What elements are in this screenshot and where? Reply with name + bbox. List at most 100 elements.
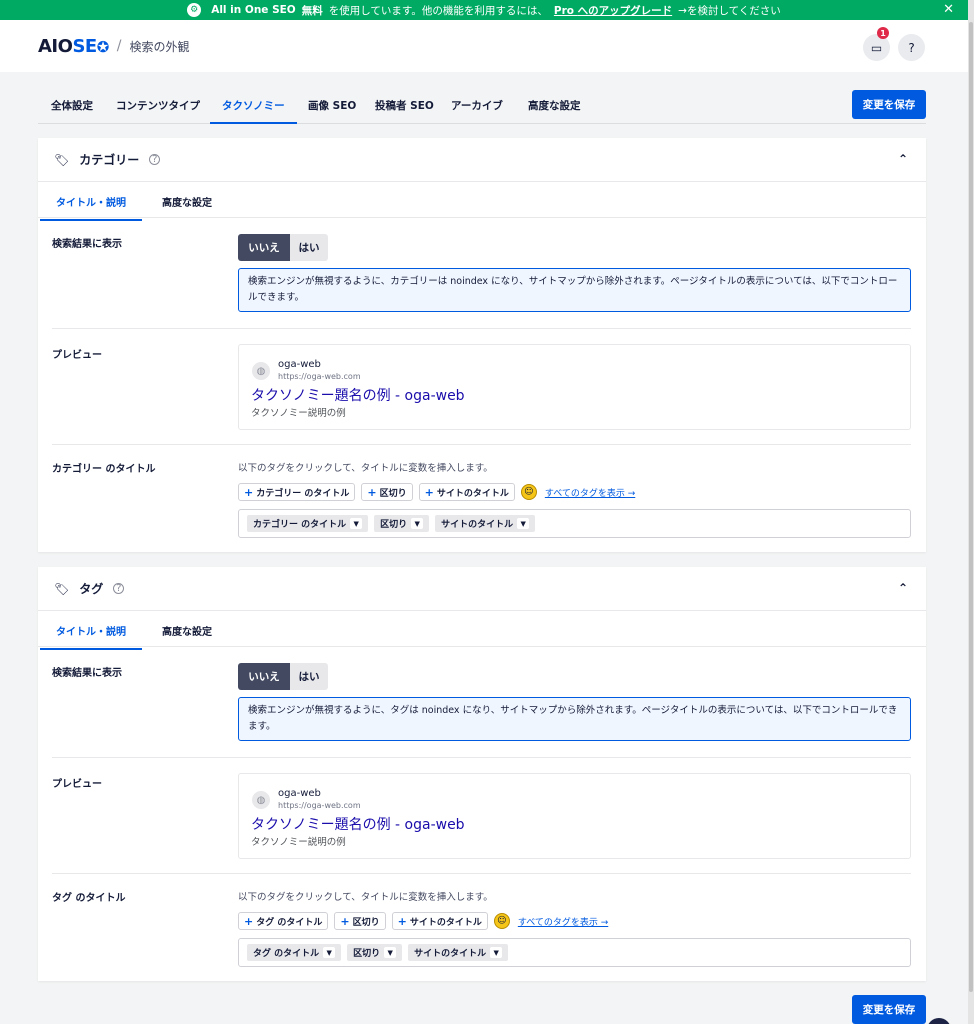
tab-taxonomies[interactable]: タクソノミー: [210, 98, 297, 124]
subtab-advanced[interactable]: 高度な設定: [162, 194, 212, 209]
preview-description: タクソノミー説明の例: [251, 408, 346, 419]
chip-separator[interactable]: + 区切り: [334, 912, 386, 930]
help-button[interactable]: ?: [898, 34, 925, 61]
preview-label: プレビュー: [52, 779, 102, 790]
help-icon: ?: [908, 40, 915, 55]
page-scrollbar[interactable]: [968, 0, 974, 1024]
title-format-label: カテゴリー のタイトル: [52, 464, 156, 475]
title-tag-editor[interactable]: カテゴリー のタイトル ▼ 区切り ▼ サイトのタイトル ▼: [238, 509, 911, 538]
tag-site-title[interactable]: サイトのタイトル ▼: [408, 944, 509, 961]
emoji-icon[interactable]: ☺: [520, 484, 537, 500]
category-subtabs: タイトル・説明 高度な設定: [38, 182, 926, 221]
chip-site-title[interactable]: + サイトのタイトル: [418, 483, 515, 501]
toggle-no[interactable]: いいえ: [238, 663, 290, 690]
preview-url: https://oga-web.com: [278, 372, 361, 381]
tag-site-title[interactable]: サイトのタイトル ▼: [435, 515, 536, 532]
toggle-yes[interactable]: はい: [290, 663, 328, 690]
title-hint: 以下のタグをクリックして、タイトルに変数を挿入します。: [238, 892, 493, 903]
subtab-title-description[interactable]: タイトル・説明: [40, 623, 142, 650]
chip-tag-title[interactable]: + タグ のタイトル: [238, 912, 329, 930]
tab-image-seo[interactable]: 画像 SEO: [308, 98, 356, 122]
plus-icon: +: [244, 485, 254, 499]
tab-author-seo[interactable]: 投稿者 SEO: [375, 98, 434, 122]
tab-content-types[interactable]: コンテンツタイプ: [116, 98, 200, 122]
tag-tag-title[interactable]: タグ のタイトル ▼: [247, 944, 342, 961]
preview-url: https://oga-web.com: [278, 801, 361, 810]
tab-general[interactable]: 全体設定: [51, 98, 93, 122]
plus-icon: +: [244, 914, 254, 928]
serp-preview: ◍ oga-web https://oga-web.com タクソノミー題名の例…: [238, 773, 911, 859]
plus-icon: +: [340, 914, 350, 928]
toggle-yes[interactable]: はい: [290, 234, 328, 261]
globe-icon: ◍: [252, 362, 270, 380]
inbox-icon: ▭: [870, 40, 883, 55]
show-in-search-toggle[interactable]: いいえ はい: [238, 663, 328, 690]
show-in-search-toggle[interactable]: いいえ はい: [238, 234, 328, 261]
tab-archives[interactable]: アーカイブ: [451, 98, 503, 122]
tag-separator[interactable]: 区切り ▼: [374, 515, 430, 532]
plus-icon: +: [367, 485, 377, 499]
chip-site-title[interactable]: + サイトのタイトル: [391, 912, 488, 930]
notification-badge: 1: [877, 27, 889, 39]
chevron-down-icon: ▼: [490, 947, 503, 958]
show-all-tags-link[interactable]: すべてのタグを表示 →: [545, 486, 635, 499]
save-button-top[interactable]: 変更を保存: [852, 90, 926, 119]
plus-icon: +: [397, 914, 407, 928]
divider: [52, 328, 911, 329]
show-all-tags-link[interactable]: すべてのタグを表示 →: [518, 915, 608, 928]
toggle-no[interactable]: いいえ: [238, 234, 290, 261]
show-in-search-label: 検索結果に表示: [52, 239, 122, 250]
aioseo-logo-icon: ⚙: [187, 3, 202, 17]
subtab-advanced[interactable]: 高度な設定: [162, 623, 212, 638]
gear-icon: ✪: [96, 37, 110, 56]
notice-brand: All in One SEO: [211, 4, 296, 16]
chip-separator[interactable]: + 区切り: [361, 483, 413, 501]
scrollbar-thumb[interactable]: [969, 22, 973, 992]
divider: [52, 757, 911, 758]
globe-icon: ◍: [252, 791, 270, 809]
noindex-info: 検索エンジンが無視するように、タグは noindex になり、サイトマップから除…: [238, 697, 911, 741]
notifications-button[interactable]: ▭ 1: [863, 27, 890, 61]
tag-title: タグ: [79, 582, 104, 596]
title-hint: 以下のタグをクリックして、タイトルに変数を挿入します。: [238, 463, 493, 474]
tag-subtabs: タイトル・説明 高度な設定: [38, 611, 926, 650]
preview-title: タクソノミー題名の例 - oga-web: [251, 817, 465, 833]
tag-card-header[interactable]: 🏷 タグ ? ⌃: [38, 567, 926, 611]
tag-separator[interactable]: 区切り ▼: [347, 944, 403, 961]
tag-icon: 🏷: [54, 581, 70, 596]
preview-title: タクソノミー題名の例 - oga-web: [251, 388, 465, 404]
emoji-icon[interactable]: ☺: [493, 913, 510, 929]
tag-icon: 🏷: [54, 152, 70, 167]
aioseo-logo[interactable]: AIOSE✪: [38, 36, 109, 57]
divider: [52, 873, 911, 874]
notice-text-end: →を検討してください: [678, 4, 781, 17]
preview-label: プレビュー: [52, 350, 102, 361]
help-icon[interactable]: ?: [149, 154, 161, 165]
chevron-down-icon: ▼: [411, 518, 424, 529]
preview-site: oga-web: [278, 359, 321, 370]
save-button-bottom[interactable]: 変更を保存: [852, 995, 926, 1024]
category-card-header[interactable]: 🏷 カテゴリー ? ⌃: [38, 138, 926, 182]
breadcrumb-separator: /: [116, 38, 122, 54]
serp-preview: ◍ oga-web https://oga-web.com タクソノミー題名の例…: [238, 344, 911, 430]
chevron-down-icon: ▼: [323, 947, 336, 958]
chevron-up-icon[interactable]: ⌃: [898, 152, 908, 166]
plus-icon: +: [424, 485, 434, 499]
chevron-up-icon[interactable]: ⌃: [898, 581, 908, 595]
help-fab-button[interactable]: [927, 1018, 951, 1024]
subtab-title-description[interactable]: タイトル・説明: [40, 194, 142, 221]
tag-chips: + タグ のタイトル + 区切り + サイトのタイトル ☺ すべてのタグを表示 →: [238, 912, 608, 930]
notice-text: を使用しています。他の機能を利用するには、: [328, 4, 548, 17]
chevron-down-icon: ▼: [517, 518, 530, 529]
noindex-info: 検索エンジンが無視するように、カテゴリーは noindex になり、サイトマップ…: [238, 268, 911, 312]
upgrade-link[interactable]: Pro へのアップグレード: [554, 3, 672, 18]
tag-category-title[interactable]: カテゴリー のタイトル ▼: [247, 515, 369, 532]
breadcrumb: 検索の外観: [129, 39, 190, 54]
help-icon[interactable]: ?: [113, 583, 125, 594]
main-tabs: 全体設定 コンテンツタイプ タクソノミー 画像 SEO 投稿者 SEO アーカイ…: [38, 88, 926, 124]
chip-category-title[interactable]: + カテゴリー のタイトル: [238, 483, 356, 501]
divider: [52, 444, 911, 445]
tab-advanced[interactable]: 高度な設定: [528, 98, 581, 122]
title-tag-editor[interactable]: タグ のタイトル ▼ 区切り ▼ サイトのタイトル ▼: [238, 938, 911, 967]
close-icon[interactable]: ✕: [943, 2, 954, 17]
